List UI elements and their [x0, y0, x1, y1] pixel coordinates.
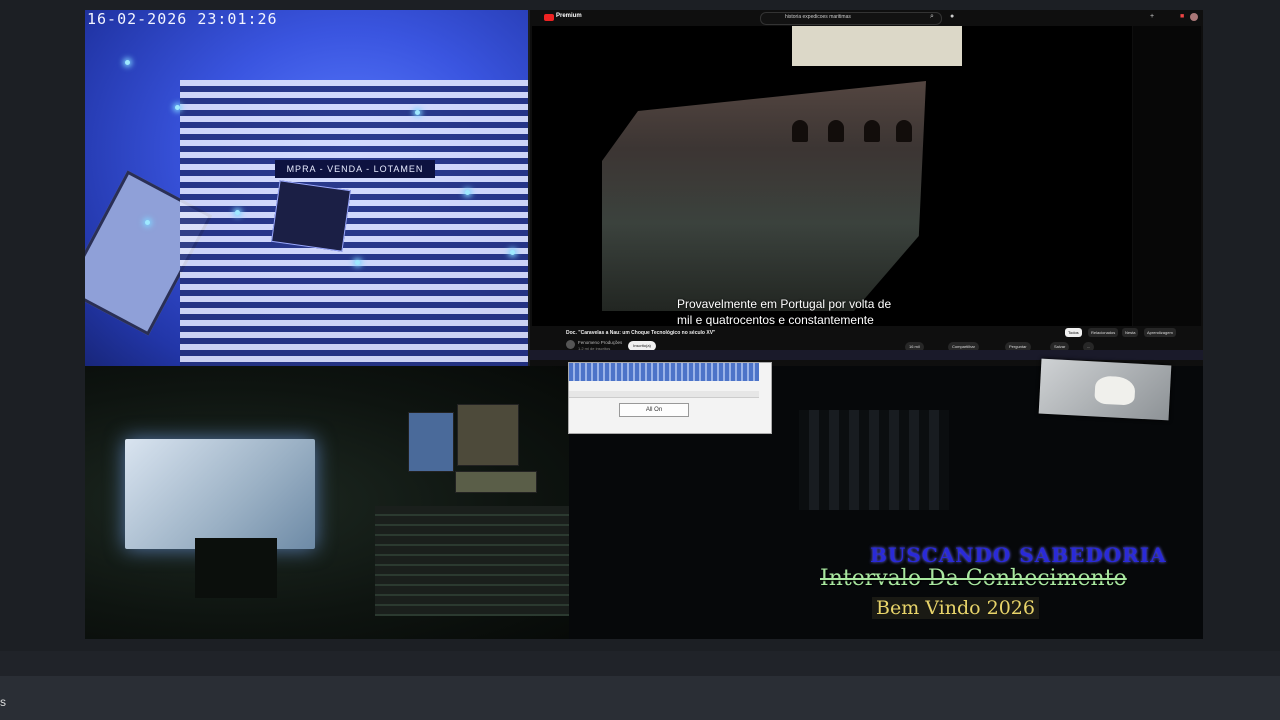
- search-icon[interactable]: ⌕: [930, 13, 934, 21]
- video-sky: [792, 26, 962, 66]
- youtube-window: Premium historia expedicoes maritimas ⌕ …: [530, 10, 1203, 366]
- sidebar-empty: [1133, 26, 1201, 326]
- overlay-welcome: Bem Vindo 2026: [872, 597, 1039, 619]
- chip-all[interactable]: Todos: [1065, 328, 1082, 337]
- studio-camera-feed: [85, 366, 569, 639]
- ship-window: [792, 120, 808, 142]
- led-light: [235, 210, 240, 215]
- ship-hull: [602, 81, 926, 311]
- led-light: [415, 110, 420, 115]
- monitor: [457, 404, 519, 466]
- taskbar-edge-text: s: [0, 695, 6, 709]
- video-subtitles: Provavelmente em Portugal por volta de m…: [677, 296, 891, 326]
- projected-screen: [125, 439, 315, 549]
- ship-window: [864, 120, 880, 142]
- subtitle-line: mil e quatrocentos e constantemente: [677, 313, 874, 326]
- search-text: historia expedicoes maritimas: [785, 14, 851, 20]
- subtitle-line: Provavelmente em Portugal por volta de: [677, 297, 892, 311]
- youtube-logo-icon[interactable]: [544, 14, 554, 21]
- led-light: [465, 190, 470, 195]
- video-player[interactable]: Provavelmente em Portugal por volta de m…: [532, 26, 1132, 326]
- led-light: [510, 250, 515, 255]
- camera-timestamp: 16-02-2026 23:01:26: [87, 10, 278, 28]
- youtube-brand: Premium: [556, 13, 582, 19]
- camera-box: [271, 180, 351, 252]
- ship-window: [896, 120, 912, 142]
- create-icon[interactable]: +: [1150, 13, 1154, 20]
- chip-learning[interactable]: Aprendizagem: [1144, 328, 1176, 337]
- avatar[interactable]: [1190, 13, 1198, 21]
- led-light: [125, 60, 130, 65]
- channel-name[interactable]: Fenomeno Produções: [578, 340, 622, 345]
- chip-this[interactable]: Nesta: [1122, 328, 1139, 337]
- video-meta: Doc. "Caravelas a Nau: um Choque Tecnoló…: [530, 326, 1203, 366]
- notifications-icon[interactable]: ■: [1180, 13, 1184, 20]
- taskbar: s: [0, 676, 1280, 720]
- chair-silhouette: [195, 538, 277, 598]
- all-on-button[interactable]: All On: [619, 403, 689, 417]
- gate-slats: [180, 80, 528, 366]
- led-light: [145, 220, 150, 225]
- camera-sign: MPRA - VENDA - LOTAMEN: [275, 160, 435, 178]
- overlay-heading: BUSCANDO SABEDORIA: [870, 543, 1167, 567]
- mic-icon[interactable]: ●: [950, 13, 954, 20]
- video-title: Doc. "Caravelas a Nau: um Choque Tecnoló…: [566, 330, 716, 336]
- player-bottom-bar: [0, 651, 1280, 676]
- control-popup: All On: [568, 362, 772, 434]
- monitor: [455, 471, 537, 493]
- ship-window: [828, 120, 844, 142]
- dark-window: [799, 410, 949, 510]
- security-camera-feed: MPRA - VENDA - LOTAMEN 16-02-2026 23:01:…: [85, 10, 528, 366]
- dog-photo: [1094, 375, 1136, 406]
- popup-scrollbar[interactable]: [569, 391, 759, 398]
- inner-taskbar: [530, 350, 1203, 360]
- monitor: [408, 412, 454, 472]
- popup-strip: [569, 363, 759, 381]
- overlay-subheading: Intervalo Da Conhecimento: [820, 566, 1127, 591]
- mixing-desk: [375, 506, 569, 616]
- youtube-header: Premium historia expedicoes maritimas ⌕ …: [530, 10, 1203, 26]
- led-light: [355, 260, 360, 265]
- channel-avatar[interactable]: [566, 340, 575, 349]
- photo-frame: [1038, 358, 1172, 421]
- chip-related[interactable]: Relacionados: [1088, 328, 1119, 337]
- led-light: [175, 105, 180, 110]
